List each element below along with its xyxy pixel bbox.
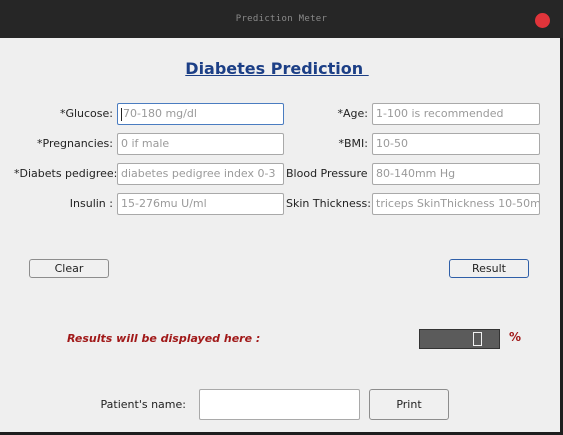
age-input[interactable]: 1-100 is recommended bbox=[372, 103, 540, 125]
bmi-label: *BMI: bbox=[338, 137, 369, 150]
pedigree-placeholder: diabetes pedigree index 0-3 bbox=[121, 167, 276, 180]
result-meter: 0 bbox=[419, 329, 500, 349]
patient-name-label: Patient's name: bbox=[100, 398, 186, 411]
clear-button[interactable]: Clear bbox=[29, 259, 109, 278]
results-label: Results will be displayed here : bbox=[67, 332, 261, 345]
glucose-placeholder: 70-180 mg/dl bbox=[123, 107, 197, 120]
insulin-input[interactable]: 15-276mu U/ml bbox=[117, 193, 284, 215]
age-placeholder: 1-100 is recommended bbox=[376, 107, 504, 120]
pedigree-label: *Diabets pedigree: bbox=[14, 167, 118, 180]
blood-pressure-placeholder: 80-140mm Hg bbox=[376, 167, 456, 180]
main-panel: Diabetes Prediction *Glucose: 70-180 mg/… bbox=[0, 38, 560, 432]
blood-pressure-input[interactable]: 80-140mm Hg bbox=[372, 163, 540, 185]
insulin-placeholder: 15-276mu U/ml bbox=[121, 197, 207, 210]
glucose-input[interactable]: 70-180 mg/dl bbox=[117, 103, 284, 125]
pregnancies-input[interactable]: 0 if male bbox=[117, 133, 284, 155]
insulin-label: Insulin : bbox=[69, 197, 113, 210]
result-button[interactable]: Result bbox=[449, 259, 529, 278]
pregnancies-label: *Pregnancies: bbox=[37, 137, 113, 150]
bmi-input[interactable]: 10-50 bbox=[372, 133, 540, 155]
page-title: Diabetes Prediction bbox=[185, 59, 369, 78]
skin-thickness-placeholder: triceps SkinThickness 10-50mm bbox=[376, 197, 540, 210]
close-window-button[interactable] bbox=[535, 13, 550, 28]
skin-thickness-input[interactable]: triceps SkinThickness 10-50mm bbox=[372, 193, 540, 215]
age-label: *Age: bbox=[337, 107, 368, 120]
pedigree-input[interactable]: diabetes pedigree index 0-3 bbox=[117, 163, 284, 185]
glucose-label: *Glucose: bbox=[59, 107, 113, 120]
window-title: Prediction Meter bbox=[235, 14, 328, 24]
bmi-placeholder: 10-50 bbox=[376, 137, 408, 150]
blood-pressure-label: Blood Pressure : bbox=[286, 167, 375, 180]
pregnancies-placeholder: 0 if male bbox=[121, 137, 170, 150]
percent-unit: % bbox=[509, 330, 522, 344]
skin-thickness-label: Skin Thickness: bbox=[286, 197, 371, 210]
text-caret bbox=[121, 107, 122, 121]
window-titlebar[interactable]: Prediction Meter bbox=[0, 0, 563, 38]
result-value: 0 bbox=[473, 332, 482, 346]
print-button[interactable]: Print bbox=[369, 389, 449, 420]
patient-name-input[interactable] bbox=[199, 389, 360, 420]
